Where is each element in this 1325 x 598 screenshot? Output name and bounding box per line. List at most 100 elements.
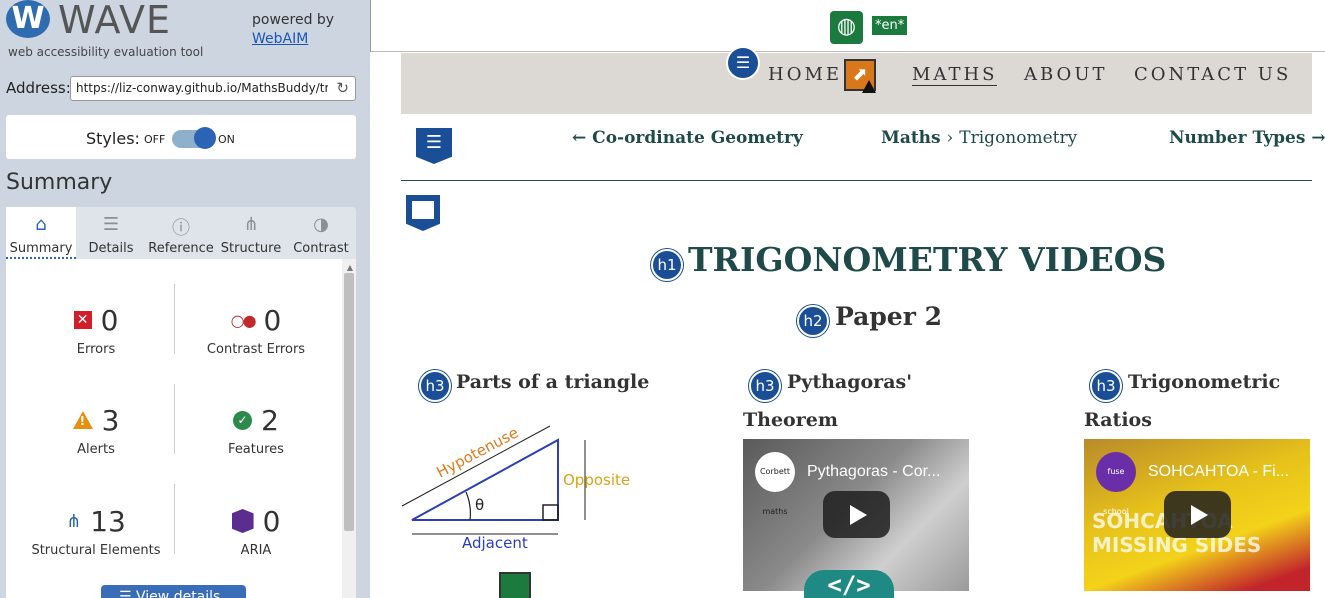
reload-icon[interactable]: ↻ (336, 79, 349, 97)
h3-icon: h3 (419, 370, 451, 402)
address-value[interactable]: https://liz-conway.github.io/MathsBuddy/… (76, 81, 328, 95)
stat-alerts[interactable]: ! 3 Alerts (16, 403, 176, 457)
home-icon: ⌂ (35, 214, 47, 235)
h3-trig-line1: Trigonometric (1128, 371, 1281, 393)
channel-avatar[interactable]: fuse school (1096, 452, 1136, 516)
contrast-error-icon: ○● (230, 310, 257, 330)
channel-avatar[interactable]: Corbett maths (755, 452, 795, 516)
alert-icon: ! (72, 411, 93, 429)
breadcrumb-maths[interactable]: Maths (881, 128, 941, 148)
play-button[interactable] (823, 491, 890, 538)
styles-on-label: ON (218, 133, 235, 146)
contrast-errors-count: 0 (263, 303, 282, 337)
scrollbar[interactable]: ▲ (342, 259, 356, 598)
nav-home[interactable]: HOME (768, 64, 842, 85)
play-button[interactable] (1164, 491, 1231, 538)
video-title[interactable]: SOHCAHTOA - Fi... (1148, 463, 1289, 481)
language-bar: ◍ *en* (370, 0, 1325, 52)
features-label: Features (228, 442, 284, 457)
angle-arc (465, 491, 471, 521)
tab-reference[interactable]: ⓘ Reference (146, 207, 216, 259)
scroll-up-icon[interactable]: ▲ (347, 263, 353, 272)
view-details-label: View details (136, 589, 221, 598)
address-label: Address: (6, 79, 71, 97)
features-count: 2 (261, 403, 279, 437)
nav-contact[interactable]: CONTACT US (1134, 64, 1291, 85)
h3-icon: h3 (1090, 370, 1122, 402)
alerts-count: 3 (101, 403, 120, 437)
powered-by-label: powered by (252, 12, 335, 28)
stat-contrast-errors[interactable]: ○● 0 Contrast Errors (176, 303, 336, 358)
error-icon: ✕ (73, 311, 92, 329)
h3-pythagoras-line2: Theorem (743, 409, 838, 431)
nav-about[interactable]: ABOUT (1024, 64, 1108, 85)
h3-pythagoras-line1: Pythagoras' (787, 371, 913, 393)
styles-label: Styles: (86, 129, 140, 148)
wave-tabs: ⌂ Summary ☰ Details ⓘ Reference ⋔ Struct… (6, 207, 356, 259)
tab-details[interactable]: ☰ Details (76, 207, 146, 259)
stat-errors[interactable]: ✕ 0 Errors (16, 303, 176, 357)
scrollbar-thumb[interactable] (344, 273, 354, 531)
structure-tree-icon: ⋔ (66, 510, 82, 532)
toggle-knob[interactable] (194, 127, 216, 149)
image-icon (499, 572, 531, 598)
styles-toggle[interactable] (172, 127, 216, 149)
structural-label: Structural Elements (31, 543, 161, 558)
h2-icon: h2 (797, 305, 829, 337)
nav-maths[interactable]: MATHS (912, 64, 998, 86)
alerts-label: Alerts (77, 442, 115, 457)
address-input[interactable]: https://liz-conway.github.io/MathsBuddy/… (70, 76, 356, 101)
main-landmark-icon (406, 195, 440, 231)
alert-icon (862, 80, 876, 93)
h3-parts-triangle: Parts of a triangle (456, 371, 650, 393)
styles-panel: Styles: OFF ON (6, 115, 356, 159)
stat-features[interactable]: ✓ 2 Features (176, 403, 336, 458)
webaim-link[interactable]: WebAIM (252, 31, 308, 47)
frame-border (370, 0, 371, 52)
structural-count: 13 (90, 504, 126, 538)
list-icon: ☰ (102, 214, 120, 235)
triangle-diagram: Hypotenuse Opposite Adjacent θ (401, 423, 630, 552)
opposite-label: Opposite (563, 471, 630, 489)
view-details-button[interactable]: ☰ View details (101, 585, 246, 598)
errors-label: Errors (76, 342, 116, 357)
wave-logo-icon: W (6, 0, 50, 38)
video-pythagoras[interactable]: Corbett maths Pythagoras - Cor... (743, 439, 969, 591)
stat-structural[interactable]: ⋔ 13 Structural Elements (16, 504, 176, 559)
h3-trig-line2: Ratios (1084, 409, 1152, 431)
tab-details-label: Details (88, 241, 134, 256)
adjacent-label: Adjacent (462, 534, 528, 552)
page-preview: ◍ *en* ☰ HOME ⬈ MATHS ABOUT CONTACT US ☰… (370, 0, 1325, 598)
navigation-landmark-icon: ☰ (416, 128, 452, 164)
tab-contrast-label: Contrast (293, 241, 349, 256)
tab-summary[interactable]: ⌂ Summary (6, 207, 76, 259)
page-title: TRIGONOMETRY VIDEOS (688, 240, 1167, 279)
styles-off-label: OFF (144, 133, 166, 146)
next-page-link[interactable]: Number Types → (1169, 128, 1325, 148)
aria-label: ARIA (240, 543, 272, 558)
video-title[interactable]: Pythagoras - Cor... (807, 463, 940, 481)
tab-structure[interactable]: ⋔ Structure (216, 207, 286, 259)
globe-icon[interactable]: ◍ (830, 11, 863, 44)
info-icon: ⓘ (172, 218, 190, 239)
summary-heading: Summary (6, 170, 113, 195)
code-icon[interactable]: </> (804, 570, 894, 598)
divider (401, 180, 1312, 181)
summary-panel: ✕ 0 Errors ○● 0 Contrast Errors ! 3 Alerts … (6, 259, 356, 598)
tab-structure-label: Structure (220, 241, 282, 256)
breadcrumb-current: Trigonometry (959, 128, 1078, 148)
tab-contrast[interactable]: ◑ Contrast (286, 207, 356, 259)
feature-check-icon: ✓ (233, 410, 253, 430)
wave-title: WAVE (58, 0, 172, 42)
errors-count: 0 (100, 303, 119, 337)
tab-reference-label: Reference (148, 241, 214, 256)
list-icon[interactable]: ☰ (726, 46, 760, 80)
structure-icon: ⋔ (243, 214, 259, 235)
stat-aria[interactable]: 0 ARIA (176, 504, 336, 558)
wave-sidebar: W WAVE web accessibility evaluation tool… (0, 0, 370, 598)
prev-page-link[interactable]: ← Co-ordinate Geometry (572, 128, 803, 148)
right-angle-marker (542, 504, 559, 521)
hypotenuse-label: Hypotenuse (433, 423, 521, 481)
video-sohcahtoa[interactable]: SOHCAHTOA MISSING SIDES fuse school SOHC… (1084, 439, 1310, 591)
angle-label: θ (475, 496, 484, 514)
